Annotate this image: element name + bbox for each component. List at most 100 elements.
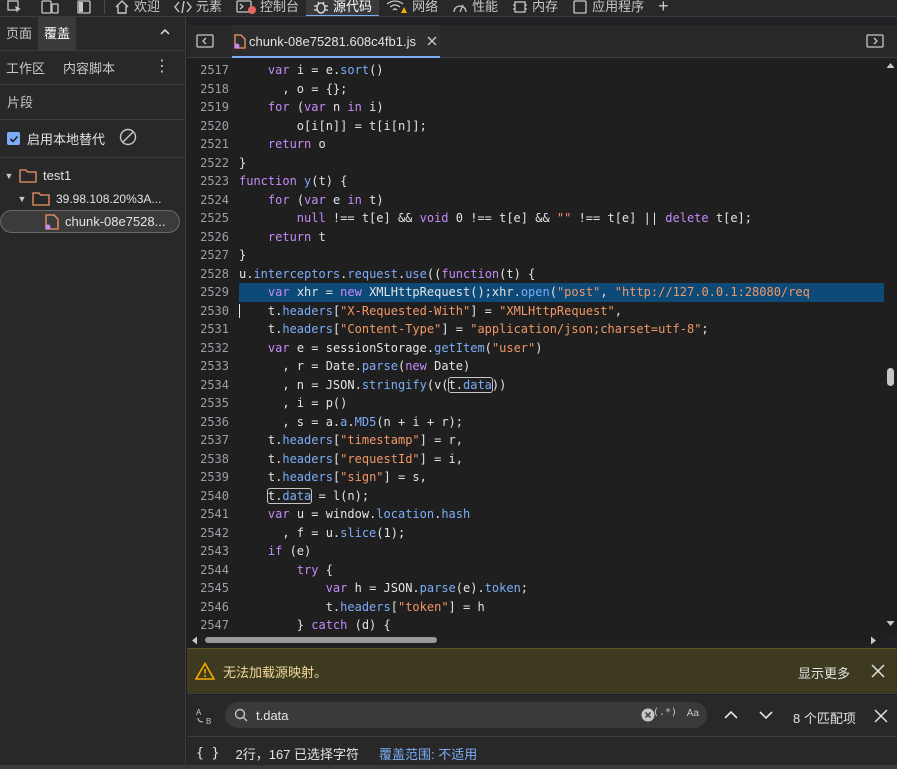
device-toggle-button[interactable] [34, 0, 70, 15]
line-number[interactable]: 2518 [187, 80, 229, 99]
line-number[interactable]: 2530 [187, 302, 229, 321]
line-number[interactable]: 2532 [187, 339, 229, 358]
next-match-button[interactable] [758, 708, 774, 725]
line-number[interactable]: 2531 [187, 320, 229, 339]
close-search-button[interactable] [874, 709, 888, 726]
find-replace-icon: AB [196, 708, 211, 726]
line-number[interactable]: 2543 [187, 542, 229, 561]
line-number[interactable]: 2523 [187, 172, 229, 191]
code-editor[interactable]: 2517 2518 2519 2520 2521 2522 2523 2524 2525 2526… [187, 58, 884, 635]
svg-text:B: B [206, 717, 211, 725]
toggle-navigator-button[interactable] [196, 34, 214, 51]
horizontal-scroll-thumb[interactable] [205, 637, 437, 643]
svg-text:A: A [196, 708, 202, 717]
previous-match-button[interactable] [723, 708, 739, 725]
line-number[interactable]: 2542 [187, 524, 229, 543]
clear-overrides-button[interactable] [119, 128, 137, 149]
search-icon [234, 708, 248, 722]
regex-toggle[interactable]: (.*) [653, 707, 677, 718]
scroll-left-icon[interactable] [191, 636, 198, 645]
line-number[interactable]: 2526 [187, 228, 229, 247]
line-number[interactable]: 2539 [187, 468, 229, 487]
close-icon [874, 709, 888, 723]
tab-page[interactable]: 页面 [0, 17, 38, 51]
coverage-link[interactable]: 覆盖范围: 不适用 [379, 744, 477, 763]
line-number[interactable]: 2546 [187, 598, 229, 617]
line-number[interactable]: 2520 [187, 117, 229, 136]
line-number[interactable]: 2547 [187, 616, 229, 635]
line-number[interactable]: 2521 [187, 135, 229, 154]
tree-item-test1[interactable]: ▼ test1 [0, 164, 185, 187]
line-number[interactable]: 2528 [187, 265, 229, 284]
line-number[interactable]: 2537 [187, 431, 229, 450]
line-number[interactable]: 2533 [187, 357, 229, 376]
expand-arrow-icon[interactable]: ▼ [16, 194, 28, 204]
line-number[interactable]: 2545 [187, 579, 229, 598]
line-number[interactable]: 2525 [187, 209, 229, 228]
inspect-icon [7, 0, 21, 13]
code-line: for (var e in t) [267, 192, 384, 207]
horizontal-scrollbar[interactable] [187, 633, 884, 646]
match-case-toggle[interactable]: Aa [687, 708, 699, 719]
line-number[interactable]: 2522 [187, 154, 229, 173]
close-warning-button[interactable] [871, 664, 885, 681]
code-line: t.headers["sign"] = s, [239, 470, 427, 484]
scroll-down-icon[interactable] [886, 620, 895, 627]
enable-overrides-checkbox[interactable] [7, 132, 20, 145]
tab-console[interactable]: 控制台 [229, 0, 306, 15]
tab-sources-label: 源代码 [333, 0, 373, 14]
code-line: var i = e.sort() [267, 63, 384, 77]
line-number[interactable]: 2524 [187, 191, 229, 210]
scroll-up-icon[interactable] [886, 62, 895, 69]
folder-icon [19, 168, 37, 183]
line-number[interactable]: 2517 [187, 61, 229, 80]
text-cursor [239, 303, 240, 318]
tree-item-host-folder[interactable]: ▼ 39.98.108.20%3A... [0, 187, 185, 210]
panel-bottom-edge [0, 765, 897, 769]
line-number[interactable]: 2527 [187, 246, 229, 265]
pretty-print-button[interactable]: { } [196, 746, 219, 761]
inspect-element-button[interactable] [0, 0, 34, 15]
line-number-gutter[interactable]: 2517 2518 2519 2520 2521 2522 2523 2524 2525 2526… [187, 61, 229, 635]
tab-sources[interactable]: 源代码 [306, 0, 380, 16]
tab-content-scripts[interactable]: 内容脚本 [63, 58, 115, 77]
vertical-scroll-thumb[interactable] [887, 368, 894, 386]
code-line: , n = JSON.stringify(v(t.data)) [239, 376, 507, 393]
tab-workspace[interactable]: 工作区 [6, 58, 45, 77]
close-icon[interactable] [426, 35, 438, 47]
tab-network[interactable]: 网络 [379, 0, 445, 15]
line-number[interactable]: 2534 [187, 376, 229, 395]
line-number[interactable]: 2540 [187, 487, 229, 506]
dock-button[interactable] [70, 0, 102, 15]
tab-memory[interactable]: 内存 [505, 0, 565, 15]
line-number[interactable]: 2538 [187, 450, 229, 469]
tab-elements[interactable]: 元素 [167, 0, 229, 15]
more-options-icon[interactable]: ⋮ [154, 59, 170, 75]
line-number[interactable]: 2535 [187, 394, 229, 413]
line-number[interactable]: 2519 [187, 98, 229, 117]
search-input[interactable] [256, 707, 626, 723]
editor-file-tab[interactable]: chunk-08e75281.608c4fb1.js [232, 25, 440, 58]
vertical-scrollbar[interactable] [884, 58, 897, 635]
line-number[interactable]: 2536 [187, 413, 229, 432]
tab-application[interactable]: 应用程序 [565, 0, 651, 15]
tab-overrides[interactable]: 覆盖 [38, 16, 77, 51]
tab-performance[interactable]: 性能 [445, 0, 505, 15]
replace-mode-button[interactable]: AB [196, 707, 216, 728]
code-line: if (e) [267, 544, 312, 558]
expand-arrow-icon[interactable]: ▼ [3, 171, 15, 181]
more-tabs-button[interactable]: + [651, 0, 676, 15]
code-lines[interactable]: var i = e.sort() , o = {}; for (var n in… [239, 61, 884, 635]
tree-item-chunk-file[interactable]: chunk-08e7528... [0, 210, 180, 233]
enable-overrides-label: 启用本地替代 [27, 132, 106, 147]
line-number[interactable]: 2541 [187, 505, 229, 524]
scroll-right-icon[interactable] [870, 636, 877, 645]
tab-snippets[interactable]: 片段 [0, 85, 185, 120]
line-number[interactable]: 2529 [187, 283, 229, 302]
collapse-sidebar-button[interactable] [159, 26, 171, 41]
line-number[interactable]: 2544 [187, 561, 229, 580]
toggle-debugger-button[interactable] [866, 34, 884, 51]
search-field[interactable]: (.*) Aa [225, 702, 707, 728]
tab-welcome[interactable]: 欢迎 [107, 0, 167, 15]
show-more-link[interactable]: 显示更多 [798, 663, 850, 682]
